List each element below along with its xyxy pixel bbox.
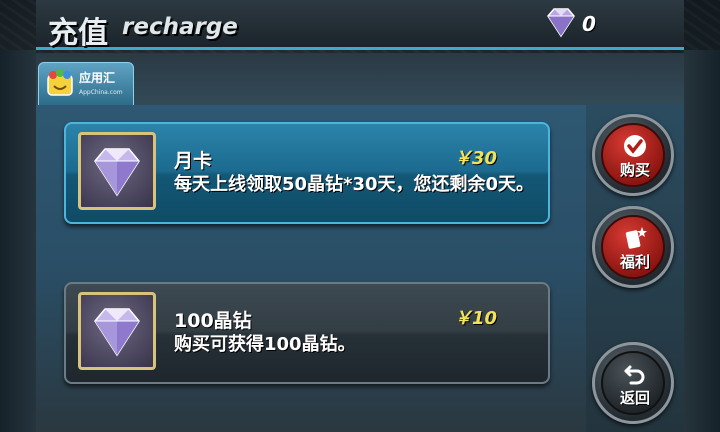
item-card-monthly[interactable]: 月卡 ￥30 每天上线领取50晶钻*30天，您还剩余0天。 <box>64 122 550 224</box>
tab-appchina[interactable]: 应用汇 AppChina.com <box>38 62 134 106</box>
checkmark-icon <box>624 135 646 157</box>
right-border <box>684 50 720 432</box>
item-description: 每天上线领取50晶钻*30天，您还剩余0天。 <box>174 174 535 195</box>
return-arrow-icon <box>624 365 645 385</box>
card-star-icon <box>625 227 647 249</box>
diamond-icon <box>547 8 575 38</box>
item-description: 购买可获得100晶钻。 <box>174 334 356 355</box>
header-bar: 充值 recharge 0 <box>36 0 684 51</box>
welfare-button-label: 福利 <box>619 253 650 271</box>
diamond-balance-value: 0 <box>582 12 596 36</box>
tab-label: 应用汇 <box>79 71 116 85</box>
item-price: ￥10 <box>454 308 498 329</box>
item-card-100-diamonds[interactable]: 100晶钻 ￥10 购买可获得100晶钻。 <box>64 282 550 384</box>
appchina-logo-icon <box>47 69 73 96</box>
back-button[interactable]: 返回 <box>592 342 674 424</box>
buy-button-face: 购买 <box>601 123 665 187</box>
item-price: ￥30 <box>454 148 498 169</box>
back-button-face: 返回 <box>601 351 665 415</box>
page-subtitle: recharge <box>122 14 238 40</box>
item-title: 100晶钻 <box>174 310 252 332</box>
item-icon-frame <box>78 132 156 210</box>
page-title: 充值 <box>48 16 108 51</box>
welfare-button[interactable]: 福利 <box>592 206 674 288</box>
item-icon-frame <box>78 292 156 370</box>
diamond-icon <box>94 148 140 197</box>
back-button-label: 返回 <box>619 389 650 407</box>
tab-url: AppChina.com <box>79 89 123 96</box>
welfare-button-face: 福利 <box>601 215 665 279</box>
item-title: 月卡 <box>174 150 213 172</box>
buy-button-label: 购买 <box>619 161 650 179</box>
buy-button[interactable]: 购买 <box>592 114 674 196</box>
diamond-icon <box>94 308 140 357</box>
diamond-balance: 0 <box>542 6 612 40</box>
left-border <box>0 50 36 432</box>
